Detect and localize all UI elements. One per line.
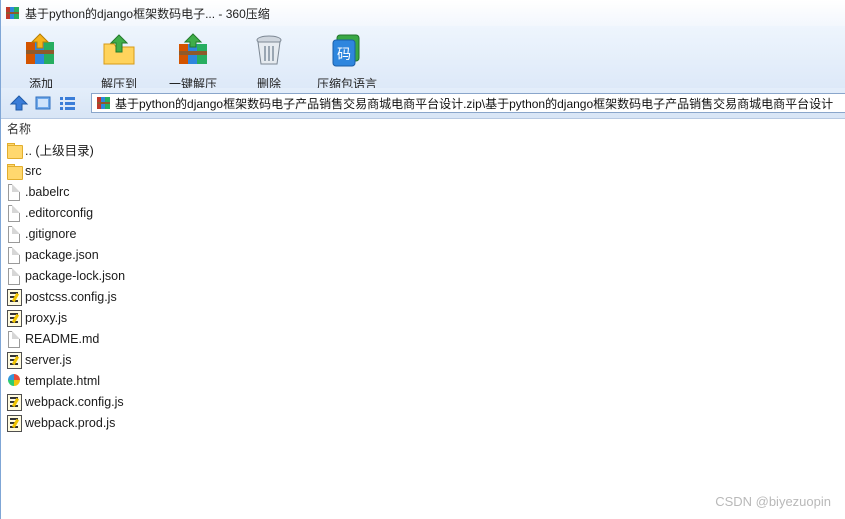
language-glyph: 码 [337, 47, 351, 63]
list-item[interactable]: template.html [1, 370, 845, 391]
extract-to-icon [101, 32, 137, 68]
list-item[interactable]: webpack.prod.js [1, 412, 845, 433]
column-header-name[interactable]: 名称 [7, 120, 31, 137]
list-item[interactable]: postcss.config.js [1, 286, 845, 307]
html-file-icon [6, 372, 22, 390]
script-file-icon [6, 288, 22, 306]
list-item[interactable]: .. (上级目录) [1, 139, 845, 160]
list-item[interactable]: proxy.js [1, 307, 845, 328]
file-name: webpack.prod.js [25, 415, 116, 430]
file-name: .. (上级目录) [25, 144, 94, 158]
script-file-icon [6, 351, 22, 369]
file-name: src [25, 163, 42, 178]
up-arrow-icon[interactable] [9, 94, 29, 112]
file-name: .babelrc [25, 184, 70, 199]
list-item[interactable]: src [1, 160, 845, 181]
file-list: .. (上级目录) src .babelrc .editorconfig .gitign… [1, 139, 845, 433]
delete-button[interactable]: 删除 [251, 32, 287, 92]
list-item[interactable]: .gitignore [1, 223, 845, 244]
list-item[interactable]: server.js [1, 349, 845, 370]
folder-icon [6, 162, 23, 180]
script-file-icon [6, 309, 22, 327]
file-icon [6, 330, 22, 348]
delete-trash-icon [251, 32, 287, 68]
extract-to-button[interactable]: 解压到 [101, 32, 137, 92]
file-name: package.json [25, 247, 99, 262]
file-name: webpack.config.js [25, 394, 124, 409]
file-name: package-lock.json [25, 268, 126, 283]
thumbnail-view-icon[interactable] [33, 94, 53, 112]
file-icon [6, 225, 22, 243]
list-item[interactable]: README.md [1, 328, 845, 349]
file-name: server.js [25, 352, 72, 367]
one-click-extract-icon [175, 32, 211, 68]
folder-icon [6, 141, 23, 159]
file-icon [6, 183, 22, 201]
window-title: 基于python的django框架数码电子... - 360压缩 [25, 6, 270, 21]
app-window: 基于python的django框架数码电子... - 360压缩 添加 解压到 … [0, 0, 845, 519]
list-item[interactable]: package-lock.json [1, 265, 845, 286]
archive-icon [96, 95, 112, 111]
add-button[interactable]: 添加 [23, 32, 59, 92]
title-bar: 基于python的django框架数码电子... - 360压缩 [1, 0, 845, 26]
file-name: postcss.config.js [25, 289, 117, 304]
file-name: template.html [25, 373, 101, 388]
one-click-extract-button[interactable]: 一键解压 [169, 32, 217, 92]
list-view-icon[interactable] [57, 94, 77, 112]
watermark: CSDN @biyezuopin [715, 494, 831, 509]
file-icon [6, 204, 22, 222]
list-item[interactable]: .editorconfig [1, 202, 845, 223]
winrar-app-icon [5, 5, 21, 21]
file-name: .editorconfig [25, 205, 94, 220]
file-name: proxy.js [25, 310, 68, 325]
add-archive-icon [23, 32, 59, 68]
list-header: 名称 [1, 119, 845, 137]
script-file-icon [6, 414, 22, 432]
archive-language-icon: 码 [329, 32, 365, 68]
script-file-icon [6, 393, 22, 411]
address-path: 基于python的django框架数码电子产品销售交易商城电商平台设计.zip\… [115, 96, 834, 111]
list-item[interactable]: .babelrc [1, 181, 845, 202]
main-toolbar: 添加 解压到 一键解压 删除 码 压缩包语言 [1, 26, 845, 91]
list-item[interactable]: webpack.config.js [1, 391, 845, 412]
address-field[interactable]: 基于python的django框架数码电子产品销售交易商城电商平台设计.zip\… [91, 93, 845, 113]
file-icon [6, 246, 22, 264]
address-row: 基于python的django框架数码电子产品销售交易商城电商平台设计.zip\… [1, 88, 845, 119]
file-icon [6, 267, 22, 285]
file-name: README.md [25, 331, 100, 346]
archive-language-button[interactable]: 码 压缩包语言 [317, 32, 377, 92]
list-item[interactable]: package.json [1, 244, 845, 265]
file-name: .gitignore [25, 226, 77, 241]
